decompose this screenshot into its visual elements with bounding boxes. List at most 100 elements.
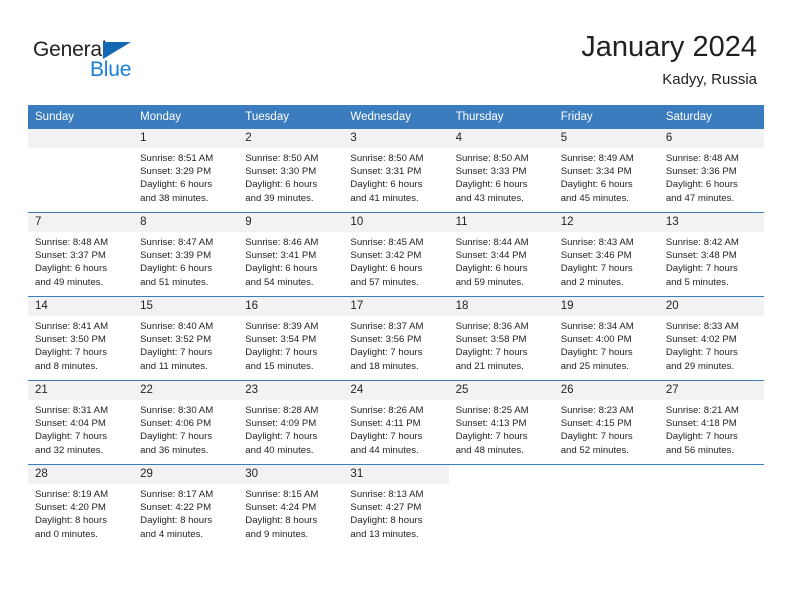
day-sun-info: Sunrise: 8:49 AM Sunset: 3:34 PM Daylight:…	[554, 148, 659, 205]
sunrise-time: Sunrise: 8:43 AM	[560, 237, 634, 248]
calendar-day-cell[interactable]: 5 Sunrise: 8:49 AM Sunset: 3:34 PM Daylight…	[553, 128, 659, 213]
daylight-duration-line1: Daylight: 6 hours	[245, 263, 318, 275]
calendar-day-cell[interactable]: 29 Sunrise: 8:17 AM Sunset: 4:22 PM Dayligh…	[133, 464, 239, 548]
day-number: 15	[133, 297, 239, 316]
day-number: 18	[448, 297, 554, 316]
sunset-time: Sunset: 4:20 PM	[35, 502, 106, 514]
day-number: 27	[658, 381, 764, 400]
day-sun-info: Sunrise: 8:37 AM Sunset: 3:56 PM Daylight:…	[343, 316, 448, 373]
sunset-time: Sunset: 4:04 PM	[35, 418, 106, 430]
calendar-cell-empty	[658, 464, 764, 548]
calendar-day-cell[interactable]: 11 Sunrise: 8:44 AM Sunset: 3:44 PM Dayligh…	[448, 212, 554, 297]
calendar-day-cell[interactable]: 24 Sunrise: 8:26 AM Sunset: 4:11 PM Dayligh…	[343, 380, 449, 465]
calendar-week-row: 21 Sunrise: 8:31 AM Sunset: 4:04 PM Dayligh…	[28, 380, 764, 465]
daylight-duration-line1: Daylight: 8 hours	[140, 515, 213, 527]
day-number: 21	[28, 381, 134, 400]
general-blue-logo[interactable]: General Blue	[33, 38, 233, 86]
sunset-time: Sunset: 3:29 PM	[140, 166, 212, 178]
sunrise-time: Sunrise: 8:50 AM	[350, 153, 424, 164]
calendar-week-row: 1 Sunrise: 8:51 AM Sunset: 3:29 PM Daylight…	[28, 128, 764, 213]
daylight-duration-line1: Daylight: 6 hours	[140, 263, 213, 275]
sunset-time: Sunset: 3:58 PM	[455, 334, 527, 346]
calendar-day-cell[interactable]: 26 Sunrise: 8:23 AM Sunset: 4:15 PM Dayligh…	[553, 380, 659, 465]
sunrise-time: Sunrise: 8:13 AM	[350, 489, 424, 500]
daylight-duration-line2: and 47 minutes.	[665, 192, 735, 204]
calendar-day-cell[interactable]: 21 Sunrise: 8:31 AM Sunset: 4:04 PM Dayligh…	[28, 380, 134, 465]
sunset-time: Sunset: 4:27 PM	[350, 502, 422, 514]
daylight-duration-line1: Daylight: 7 hours	[560, 263, 633, 275]
calendar-day-cell[interactable]: 18 Sunrise: 8:36 AM Sunset: 3:58 PM Dayligh…	[448, 296, 554, 381]
calendar-day-cell[interactable]: 17 Sunrise: 8:37 AM Sunset: 3:56 PM Dayligh…	[343, 296, 449, 381]
daylight-duration-line2: and 49 minutes.	[35, 276, 104, 288]
calendar-day-cell[interactable]: 4 Sunrise: 8:50 AM Sunset: 3:33 PM Daylight…	[448, 128, 554, 213]
daylight-duration-line2: and 4 minutes.	[140, 528, 204, 540]
daylight-duration-line1: Daylight: 7 hours	[665, 347, 738, 359]
daylight-duration-line2: and 29 minutes.	[665, 360, 735, 372]
sunrise-time: Sunrise: 8:47 AM	[140, 237, 214, 248]
sunrise-time: Sunrise: 8:15 AM	[245, 489, 319, 500]
page-header: General Blue January 2024 Kadyy, Russia	[0, 0, 792, 104]
daylight-duration-line2: and 8 minutes.	[35, 360, 98, 372]
title-block: January 2024 Kadyy, Russia	[581, 30, 757, 90]
calendar-day-cell[interactable]: 7 Sunrise: 8:48 AM Sunset: 3:37 PM Daylight…	[28, 212, 134, 297]
sunrise-time: Sunrise: 8:19 AM	[35, 489, 109, 500]
day-sun-info: Sunrise: 8:50 AM Sunset: 3:31 PM Daylight:…	[343, 148, 448, 205]
day-sun-info: Sunrise: 8:43 AM Sunset: 3:46 PM Daylight:…	[554, 232, 659, 289]
daylight-duration-line1: Daylight: 7 hours	[245, 431, 318, 443]
weekday-header-sunday: Sunday	[28, 105, 134, 129]
calendar-day-cell[interactable]: 30 Sunrise: 8:15 AM Sunset: 4:24 PM Dayligh…	[238, 464, 344, 548]
daylight-duration-line1: Daylight: 7 hours	[455, 431, 528, 443]
sunset-time: Sunset: 3:33 PM	[455, 166, 527, 178]
sunrise-time: Sunrise: 8:23 AM	[560, 405, 634, 416]
sunset-time: Sunset: 3:31 PM	[350, 166, 422, 178]
sunset-time: Sunset: 4:06 PM	[140, 418, 212, 430]
daylight-duration-line1: Daylight: 7 hours	[35, 347, 107, 359]
calendar-day-cell[interactable]: 27 Sunrise: 8:21 AM Sunset: 4:18 PM Dayligh…	[658, 380, 764, 465]
calendar-day-cell[interactable]: 9 Sunrise: 8:46 AM Sunset: 3:41 PM Daylight…	[238, 212, 344, 297]
calendar-day-cell[interactable]: 16 Sunrise: 8:39 AM Sunset: 3:54 PM Dayligh…	[238, 296, 344, 381]
sunset-time: Sunset: 4:13 PM	[455, 418, 527, 430]
daylight-duration-line1: Daylight: 6 hours	[455, 179, 528, 191]
day-sun-info: Sunrise: 8:34 AM Sunset: 4:00 PM Daylight:…	[554, 316, 659, 373]
day-sun-info: Sunrise: 8:15 AM Sunset: 4:24 PM Daylight:…	[238, 484, 343, 541]
calendar-day-cell[interactable]: 6 Sunrise: 8:48 AM Sunset: 3:36 PM Daylight…	[658, 128, 764, 213]
daylight-duration-line1: Daylight: 6 hours	[35, 263, 107, 275]
weekday-header-saturday: Saturday	[658, 105, 764, 129]
calendar-day-cell[interactable]: 8 Sunrise: 8:47 AM Sunset: 3:39 PM Daylight…	[133, 212, 239, 297]
calendar-day-cell[interactable]: 28 Sunrise: 8:19 AM Sunset: 4:20 PM Dayligh…	[28, 464, 134, 548]
day-number: 28	[28, 465, 134, 484]
daylight-duration-line2: and 5 minutes.	[665, 276, 729, 288]
daylight-duration-line1: Daylight: 7 hours	[560, 347, 633, 359]
daylight-duration-line2: and 0 minutes.	[35, 528, 98, 540]
day-number: 20	[658, 297, 764, 316]
calendar-day-cell[interactable]: 20 Sunrise: 8:33 AM Sunset: 4:02 PM Dayligh…	[658, 296, 764, 381]
calendar-day-cell[interactable]: 13 Sunrise: 8:42 AM Sunset: 3:48 PM Dayligh…	[658, 212, 764, 297]
calendar-day-cell[interactable]: 14 Sunrise: 8:41 AM Sunset: 3:50 PM Dayligh…	[28, 296, 134, 381]
sunrise-time: Sunrise: 8:50 AM	[245, 153, 319, 164]
sunset-time: Sunset: 3:48 PM	[665, 250, 737, 262]
day-number: 9	[238, 213, 344, 232]
day-number: 26	[553, 381, 659, 400]
calendar-day-cell[interactable]: 10 Sunrise: 8:45 AM Sunset: 3:42 PM Dayligh…	[343, 212, 449, 297]
day-number: 25	[448, 381, 554, 400]
day-sun-info: Sunrise: 8:51 AM Sunset: 3:29 PM Daylight:…	[133, 148, 238, 205]
calendar-day-cell[interactable]: 25 Sunrise: 8:25 AM Sunset: 4:13 PM Dayligh…	[448, 380, 554, 465]
calendar-day-cell[interactable]: 19 Sunrise: 8:34 AM Sunset: 4:00 PM Dayligh…	[553, 296, 659, 381]
day-sun-info: Sunrise: 8:40 AM Sunset: 3:52 PM Daylight:…	[133, 316, 238, 373]
calendar-week-row: 14 Sunrise: 8:41 AM Sunset: 3:50 PM Dayligh…	[28, 296, 764, 381]
day-sun-info: Sunrise: 8:47 AM Sunset: 3:39 PM Daylight:…	[133, 232, 238, 289]
calendar-day-cell[interactable]: 2 Sunrise: 8:50 AM Sunset: 3:30 PM Daylight…	[238, 128, 344, 213]
calendar-day-cell[interactable]: 23 Sunrise: 8:28 AM Sunset: 4:09 PM Dayligh…	[238, 380, 344, 465]
calendar-day-cell[interactable]: 15 Sunrise: 8:40 AM Sunset: 3:52 PM Dayligh…	[133, 296, 239, 381]
calendar-day-cell[interactable]: 31 Sunrise: 8:13 AM Sunset: 4:27 PM Dayligh…	[343, 464, 449, 548]
calendar-day-cell[interactable]: 3 Sunrise: 8:50 AM Sunset: 3:31 PM Daylight…	[343, 128, 449, 213]
calendar-day-cell[interactable]: 22 Sunrise: 8:30 AM Sunset: 4:06 PM Dayligh…	[133, 380, 239, 465]
sunset-time: Sunset: 3:44 PM	[455, 250, 527, 262]
sunrise-time: Sunrise: 8:45 AM	[350, 237, 424, 248]
day-number: 14	[28, 297, 134, 316]
page-title: January 2024	[581, 31, 757, 63]
calendar-day-cell[interactable]: 12 Sunrise: 8:43 AM Sunset: 3:46 PM Dayligh…	[553, 212, 659, 297]
calendar-day-cell[interactable]: 1 Sunrise: 8:51 AM Sunset: 3:29 PM Daylight…	[133, 128, 239, 213]
day-number	[448, 465, 554, 484]
sunrise-time: Sunrise: 8:40 AM	[140, 321, 214, 332]
